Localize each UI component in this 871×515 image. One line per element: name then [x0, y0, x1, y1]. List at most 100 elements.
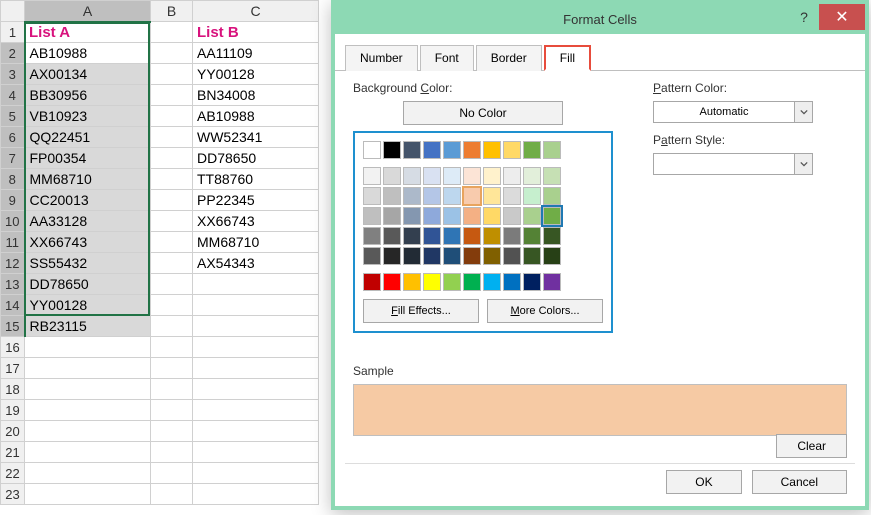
cell[interactable]	[151, 358, 193, 379]
tab-border[interactable]: Border	[476, 45, 542, 71]
cell[interactable]	[151, 379, 193, 400]
row-header[interactable]: 12	[1, 253, 25, 274]
cell[interactable]	[151, 463, 193, 484]
row-header[interactable]: 4	[1, 85, 25, 106]
color-swatch[interactable]	[503, 273, 521, 291]
cell[interactable]	[151, 400, 193, 421]
cell[interactable]: WW52341	[193, 127, 319, 148]
more-colors-button[interactable]: More Colors...	[487, 299, 603, 323]
cell[interactable]	[193, 442, 319, 463]
row-header[interactable]: 22	[1, 463, 25, 484]
cell[interactable]: List A	[25, 22, 151, 43]
cell[interactable]	[25, 337, 151, 358]
color-swatch[interactable]	[383, 167, 401, 185]
cell[interactable]	[193, 274, 319, 295]
color-swatch[interactable]	[363, 141, 381, 159]
color-swatch[interactable]	[543, 141, 561, 159]
cell[interactable]: BB30956	[25, 85, 151, 106]
row-header[interactable]: 13	[1, 274, 25, 295]
color-swatch[interactable]	[363, 187, 381, 205]
cell[interactable]: List B	[193, 22, 319, 43]
row-header[interactable]: 19	[1, 400, 25, 421]
cell[interactable]	[151, 232, 193, 253]
row-header[interactable]: 14	[1, 295, 25, 316]
cell[interactable]: AB10988	[193, 106, 319, 127]
dialog-titlebar[interactable]: Format Cells ? ✕	[335, 4, 865, 34]
row-header[interactable]: 6	[1, 127, 25, 148]
color-swatch[interactable]	[403, 273, 421, 291]
color-swatch[interactable]	[523, 141, 541, 159]
cell[interactable]	[151, 85, 193, 106]
color-swatch[interactable]	[443, 247, 461, 265]
tab-font[interactable]: Font	[420, 45, 474, 71]
row-header[interactable]: 21	[1, 442, 25, 463]
cell[interactable]: AX00134	[25, 64, 151, 85]
color-swatch[interactable]	[423, 247, 441, 265]
color-swatch[interactable]	[443, 227, 461, 245]
color-swatch[interactable]	[403, 141, 421, 159]
color-swatch[interactable]	[523, 273, 541, 291]
color-swatch[interactable]	[463, 273, 481, 291]
color-swatch[interactable]	[423, 141, 441, 159]
cell[interactable]	[193, 295, 319, 316]
color-swatch[interactable]	[403, 167, 421, 185]
cell[interactable]	[193, 379, 319, 400]
color-swatch[interactable]	[363, 273, 381, 291]
cell[interactable]: DD78650	[25, 274, 151, 295]
cell[interactable]: MM68710	[25, 169, 151, 190]
cell[interactable]	[151, 211, 193, 232]
color-swatch[interactable]	[503, 167, 521, 185]
cell[interactable]: XX66743	[25, 232, 151, 253]
col-header-b[interactable]: B	[151, 1, 193, 22]
color-swatch[interactable]	[503, 247, 521, 265]
row-header[interactable]: 5	[1, 106, 25, 127]
cell[interactable]	[151, 253, 193, 274]
color-swatch[interactable]	[523, 167, 541, 185]
color-swatch[interactable]	[503, 207, 521, 225]
color-swatch[interactable]	[523, 247, 541, 265]
color-swatch[interactable]	[483, 273, 501, 291]
color-swatch[interactable]	[423, 273, 441, 291]
cell[interactable]	[25, 421, 151, 442]
cell[interactable]	[25, 442, 151, 463]
color-swatch[interactable]	[483, 227, 501, 245]
color-swatch[interactable]	[483, 187, 501, 205]
color-swatch[interactable]	[463, 207, 481, 225]
color-swatch[interactable]	[543, 273, 561, 291]
color-swatch[interactable]	[383, 141, 401, 159]
cell[interactable]	[193, 484, 319, 505]
spreadsheet[interactable]: A B C 1 List A List B 2AB10988AA111093AX…	[0, 0, 335, 505]
cell[interactable]: CC20013	[25, 190, 151, 211]
color-swatch[interactable]	[383, 247, 401, 265]
no-color-button[interactable]: No Color	[403, 101, 563, 125]
color-swatch[interactable]	[483, 167, 501, 185]
color-swatch[interactable]	[503, 187, 521, 205]
cell[interactable]: AX54343	[193, 253, 319, 274]
color-swatch[interactable]	[483, 207, 501, 225]
color-swatch[interactable]	[503, 227, 521, 245]
cell[interactable]: AA11109	[193, 43, 319, 64]
pattern-style-combo[interactable]	[653, 153, 813, 175]
cell[interactable]	[25, 463, 151, 484]
cell[interactable]	[151, 442, 193, 463]
color-swatch[interactable]	[403, 247, 421, 265]
cell[interactable]: SS55432	[25, 253, 151, 274]
cell[interactable]	[193, 358, 319, 379]
color-swatch[interactable]	[463, 167, 481, 185]
color-swatch[interactable]	[423, 207, 441, 225]
row-header[interactable]: 7	[1, 148, 25, 169]
color-swatch[interactable]	[543, 187, 561, 205]
pattern-color-combo[interactable]: Automatic	[653, 101, 813, 123]
color-swatch[interactable]	[403, 187, 421, 205]
row-header[interactable]: 10	[1, 211, 25, 232]
color-swatch[interactable]	[423, 167, 441, 185]
cell[interactable]	[193, 337, 319, 358]
fill-effects-button[interactable]: Fill Effects...	[363, 299, 479, 323]
color-swatch[interactable]	[543, 247, 561, 265]
cell[interactable]: RB23115	[25, 316, 151, 337]
color-swatch[interactable]	[363, 207, 381, 225]
cell[interactable]	[25, 484, 151, 505]
col-header-c[interactable]: C	[193, 1, 319, 22]
color-swatch[interactable]	[463, 247, 481, 265]
color-swatch[interactable]	[383, 227, 401, 245]
